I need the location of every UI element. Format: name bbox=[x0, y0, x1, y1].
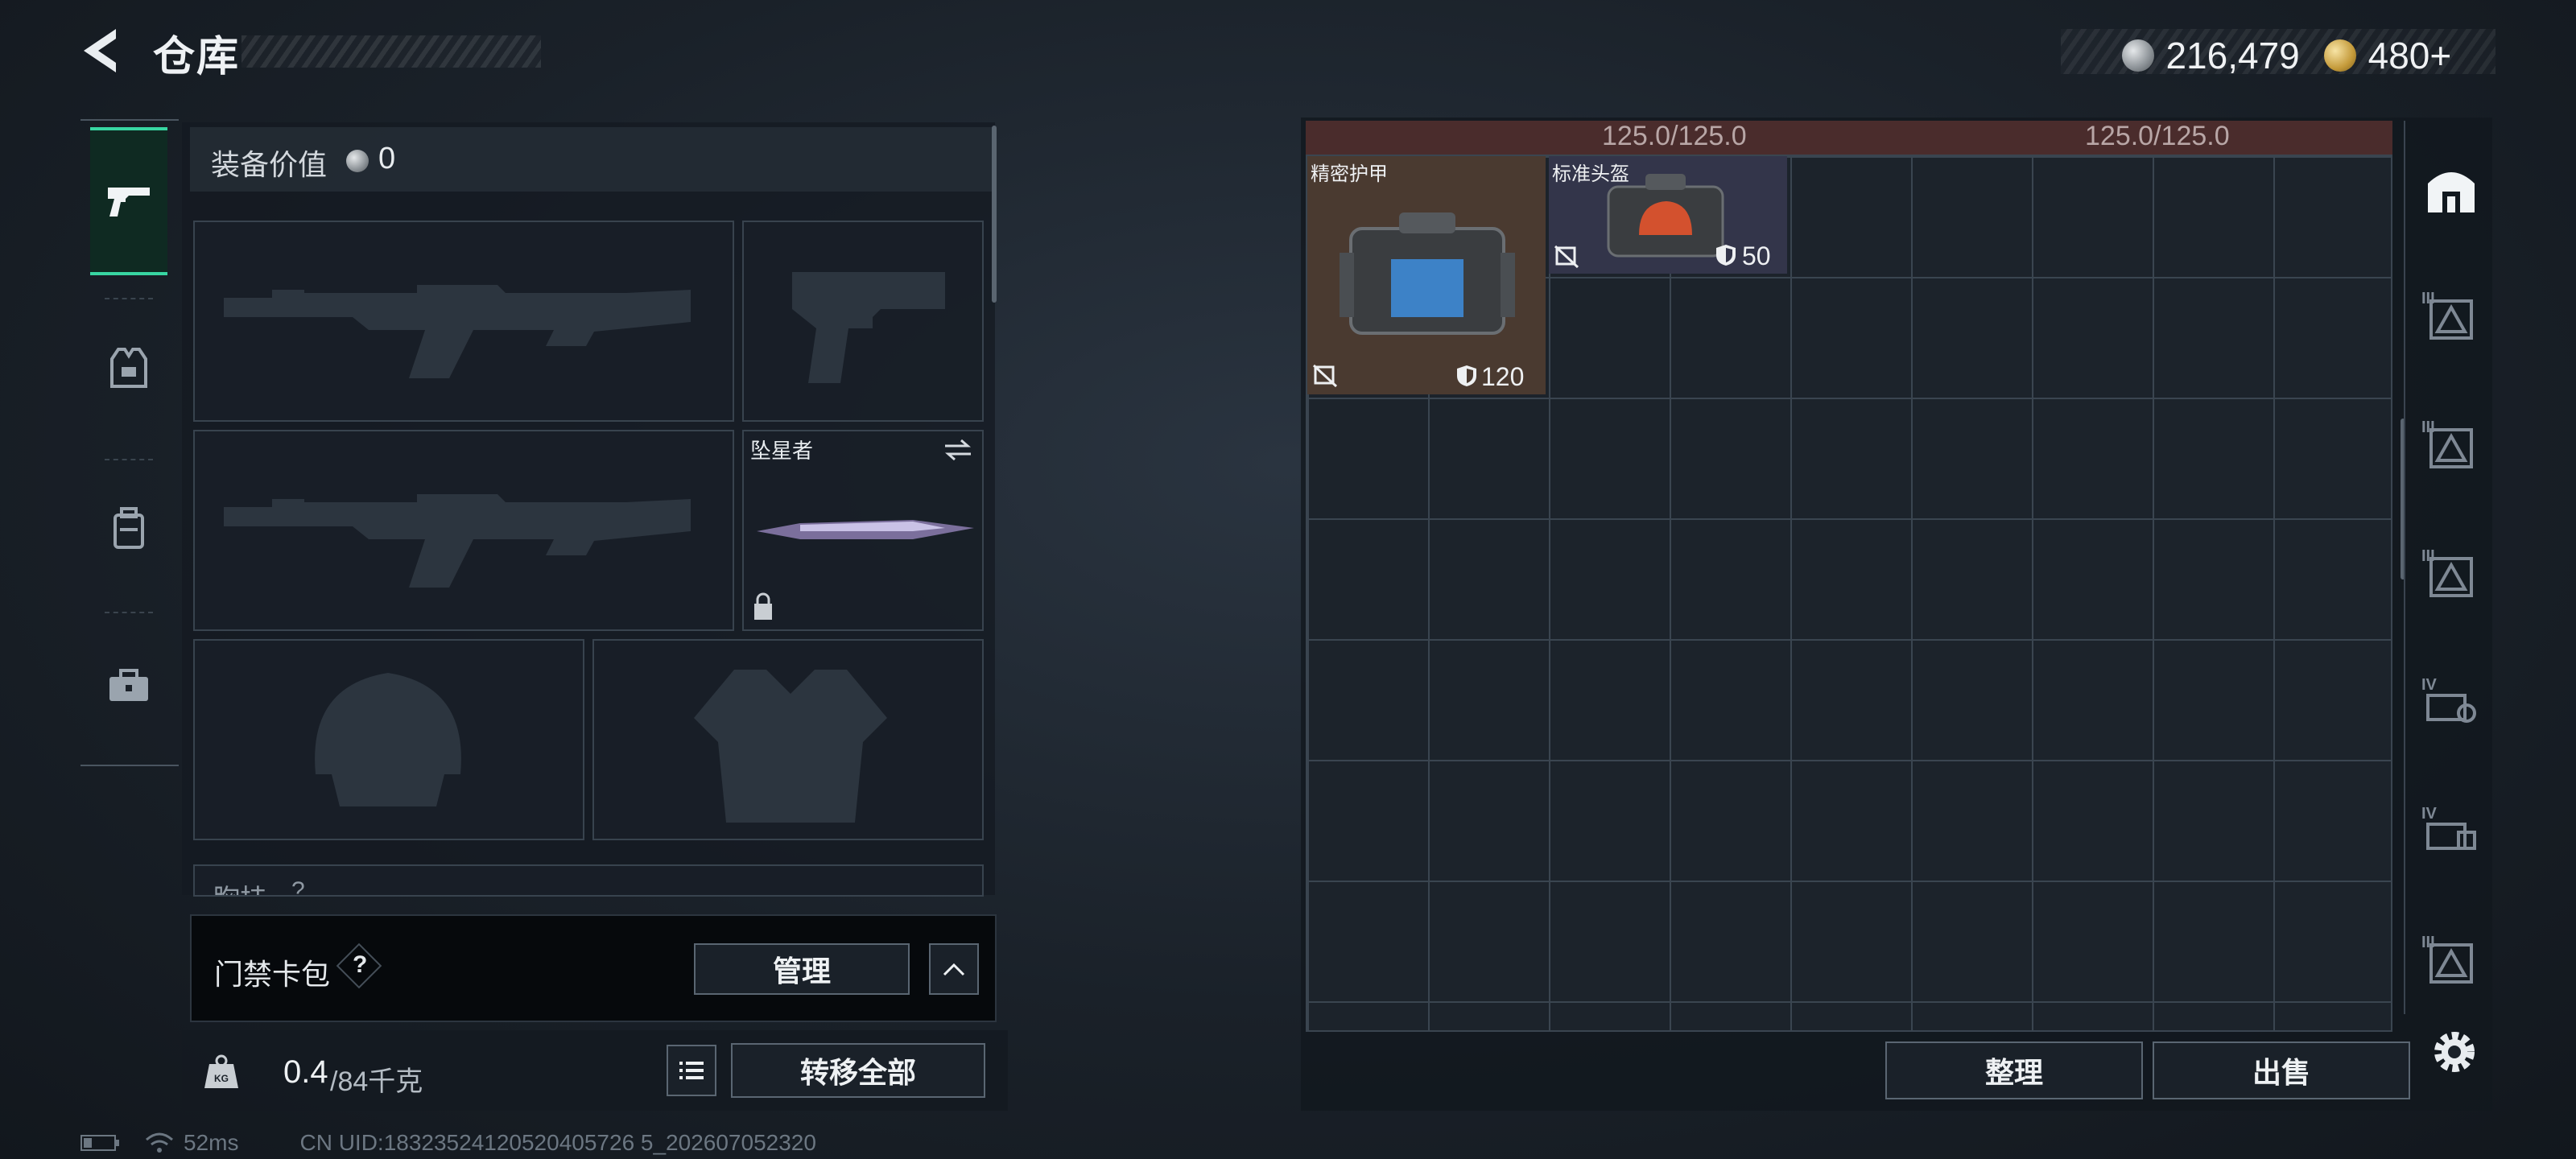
body-armor-slot[interactable] bbox=[592, 639, 984, 840]
category-nav bbox=[80, 119, 179, 766]
page-title: 仓库 bbox=[153, 34, 241, 80]
tab-container-5[interactable]: IV bbox=[2421, 805, 2479, 861]
item-durability: 50 bbox=[1742, 241, 1771, 270]
status-bar: 52ms CN UID:18323524120520405726 5_20260… bbox=[80, 1130, 816, 1156]
silver-amount: 216,479 bbox=[2165, 35, 2300, 76]
silver-coin-icon bbox=[346, 150, 369, 172]
armor-box-icon bbox=[1340, 212, 1515, 335]
back-button[interactable] bbox=[77, 24, 126, 77]
vest-silhouette-icon bbox=[694, 670, 887, 823]
no-insure-icon bbox=[1312, 364, 1338, 388]
equipment-value-label: 装备价值 bbox=[211, 148, 328, 181]
sell-button[interactable]: 出售 bbox=[2153, 1041, 2410, 1099]
tab-container-4[interactable]: IV bbox=[2421, 676, 2479, 732]
tab-container-1[interactable]: III bbox=[2421, 290, 2479, 346]
tab-container-3[interactable]: III bbox=[2421, 547, 2479, 604]
wifi-icon bbox=[146, 1132, 173, 1153]
weight-icon: KG bbox=[201, 1051, 242, 1091]
no-insure-icon bbox=[1554, 245, 1579, 269]
shield-icon bbox=[1457, 365, 1476, 386]
toolbox-icon bbox=[109, 669, 148, 701]
shield-icon bbox=[1716, 245, 1736, 266]
item-name: 精密护甲 bbox=[1311, 163, 1388, 185]
nav-armor[interactable] bbox=[90, 296, 167, 441]
helmet-slot[interactable] bbox=[193, 639, 584, 840]
chest-rig-label: 胸挂 bbox=[213, 877, 267, 895]
weight-bar: KG 0.4 /84千克 转移全部 bbox=[182, 1030, 1008, 1111]
rifle-silhouette-icon bbox=[224, 285, 691, 378]
capacity-right: 125.0/125.0 bbox=[2085, 121, 2230, 151]
nav-toolbox[interactable] bbox=[90, 613, 167, 758]
melee-name: 坠星者 bbox=[750, 439, 814, 463]
pistol-silhouette-icon bbox=[792, 272, 945, 383]
capacity-left: 125.0/125.0 bbox=[1602, 121, 1747, 151]
item-durability: 120 bbox=[1481, 362, 1525, 391]
warehouse-item-armor[interactable]: 精密护甲 120 bbox=[1307, 156, 1546, 394]
warehouse-tabs: III III III IV IV III bbox=[2404, 121, 2494, 1014]
equipment-scrollbar[interactable] bbox=[992, 126, 997, 303]
secondary-rifle-slot[interactable] bbox=[193, 430, 734, 631]
currency-bar: 216,479 480+ bbox=[2061, 29, 2496, 76]
card-bag-label: 门禁卡包 bbox=[214, 958, 331, 991]
ping-text: 52ms bbox=[184, 1130, 239, 1155]
helmet-silhouette-icon bbox=[315, 673, 461, 806]
tab-container-6[interactable]: III bbox=[2421, 934, 2479, 990]
gold-amount[interactable]: 480+ bbox=[2368, 35, 2452, 76]
battery-icon bbox=[80, 1135, 119, 1151]
primary-weapon-slot[interactable] bbox=[193, 221, 734, 422]
backpack-icon bbox=[114, 507, 144, 549]
weight-max: /84千克 bbox=[330, 1066, 423, 1097]
title-decoration bbox=[242, 35, 541, 68]
svg-text:KG: KG bbox=[214, 1073, 229, 1084]
secondary-weapon-slot[interactable] bbox=[742, 221, 984, 422]
transfer-all-button[interactable]: 转移全部 bbox=[731, 1043, 985, 1098]
list-view-button[interactable] bbox=[667, 1045, 716, 1096]
lock-icon bbox=[754, 592, 772, 620]
warehouse-item-helmet[interactable]: 标准头盔 50 bbox=[1549, 156, 1787, 274]
back-arrow-icon bbox=[84, 29, 116, 72]
warehouse-home-icon bbox=[2428, 172, 2475, 212]
tab-warehouse-home[interactable] bbox=[2423, 161, 2479, 217]
chest-rig-help: ? bbox=[291, 877, 305, 897]
equipment-value: 0 bbox=[378, 142, 396, 175]
melee-slot[interactable]: 坠星者 bbox=[742, 430, 984, 631]
gold-coin-icon bbox=[2324, 39, 2357, 72]
nav-backpack[interactable] bbox=[90, 456, 167, 600]
chest-rig-slot[interactable]: 胸挂 ? bbox=[193, 864, 984, 897]
chevron-up-icon bbox=[943, 963, 965, 976]
pistol-icon bbox=[108, 188, 150, 217]
uid-text: CN UID:18323524120520405726 5_2026070523… bbox=[299, 1130, 816, 1155]
swap-icon[interactable] bbox=[942, 438, 974, 462]
manage-button[interactable]: 管理 bbox=[694, 943, 910, 995]
weight-current: 0.4 bbox=[283, 1054, 328, 1090]
rifle-silhouette-icon bbox=[224, 494, 691, 588]
access-card-bag-bar: 门禁卡包 ? 管理 bbox=[190, 914, 997, 1022]
helmet-box-icon bbox=[1607, 174, 1724, 258]
expand-button[interactable] bbox=[929, 943, 979, 995]
help-icon[interactable]: ? bbox=[353, 951, 367, 979]
gear-icon bbox=[2434, 1032, 2475, 1072]
list-icon bbox=[679, 1062, 704, 1079]
armor-vest-icon bbox=[110, 348, 147, 388]
tab-container-2[interactable]: III bbox=[2421, 419, 2479, 475]
silver-coin-icon bbox=[2122, 39, 2154, 72]
sort-button[interactable]: 整理 bbox=[1885, 1041, 2143, 1099]
nav-weapons[interactable] bbox=[90, 127, 167, 275]
knife-icon bbox=[757, 520, 974, 539]
settings-button[interactable] bbox=[2425, 1022, 2484, 1082]
